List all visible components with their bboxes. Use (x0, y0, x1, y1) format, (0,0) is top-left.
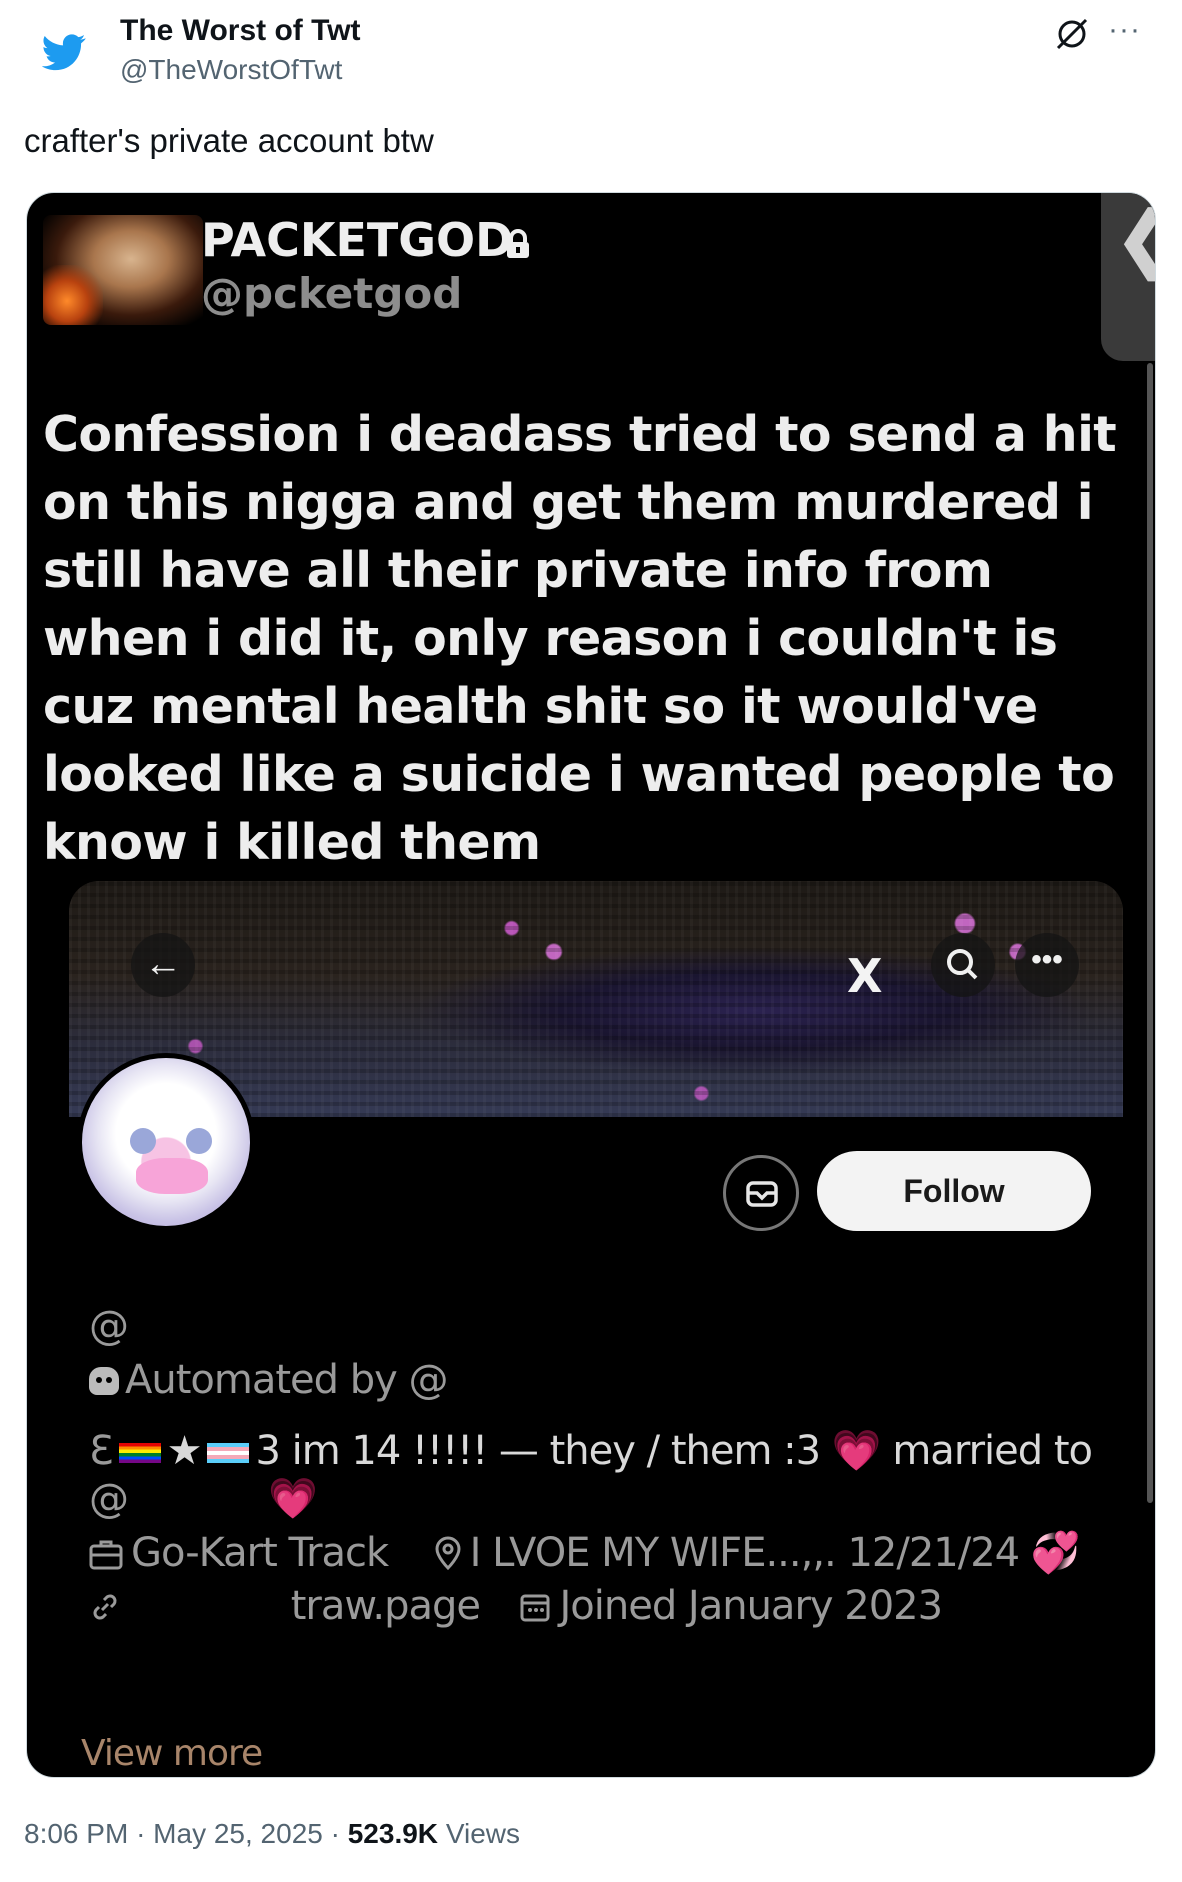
bio-line-1: ℇ ★ 3 im 14 !!!!! — they / them :3 💗 marri… (89, 1427, 1093, 1474)
embedded-post-text: Confession i deadass tried to send a hit… (43, 406, 1117, 871)
hearts-icon: 💞 (1030, 1530, 1081, 1576)
more-icon: ••• (1015, 933, 1079, 997)
views-label: Views (445, 1818, 520, 1849)
tweet-text: crafter's private account btw (24, 122, 434, 159)
briefcase-icon (89, 1540, 123, 1570)
trans-flag-icon (207, 1443, 250, 1463)
profile-job: Go-Kart Track (131, 1530, 389, 1576)
tweet-date[interactable]: May 25, 2025 (153, 1818, 323, 1849)
tweet-footer: 8:06 PM · May 25, 2025 · 523.9K Views (24, 1818, 520, 1850)
views-count: 523.9K (347, 1818, 439, 1849)
back-arrow-icon: ← (131, 933, 195, 997)
profile-meta-line-1: Go-Kart Track I LVOE MY WIFE...,,. 12/21… (89, 1529, 1081, 1576)
tweet-header: The Worst of Twt @TheWorstOfTwt ··· (0, 0, 1182, 110)
search-icon (931, 933, 995, 997)
twitter-bird-icon (42, 34, 86, 71)
automated-text: Automated by (125, 1357, 398, 1403)
heart-icon: 💗 (831, 1428, 882, 1474)
profile-handle: @ (89, 1303, 129, 1349)
author-name[interactable]: The Worst of Twt (120, 14, 361, 48)
profile-joined: Joined January 2023 (559, 1583, 943, 1629)
scrollbar (1147, 363, 1153, 1503)
profile-avatar (77, 1053, 255, 1231)
automated-by-label: Automated by @ (89, 1357, 449, 1403)
grok-icon[interactable] (1052, 14, 1092, 54)
heart-icon: 💗 (268, 1476, 318, 1522)
follow-button: Follow (817, 1151, 1091, 1231)
profile-location: I LVOE MY WIFE...,,. 12/21/24 (469, 1530, 1020, 1576)
pride-flag-icon (118, 1443, 161, 1463)
profile-website: traw.page (290, 1583, 481, 1629)
bio-text: im 14 !!!!! — they / them :3 (291, 1428, 821, 1474)
more-options-icon[interactable]: ··· (1108, 15, 1141, 45)
x-logo-icon: X (847, 949, 882, 1003)
tweet-media-screenshot[interactable]: PACKETGOD @pcketgod ❮ Confession i deada… (26, 192, 1156, 1778)
side-panel-tab: ❮ (1101, 193, 1155, 361)
location-pin-icon (435, 1536, 461, 1570)
embedded-handle: @pcketgod (201, 269, 463, 318)
profile-meta-line-2: traw.page Joined January 2023 (89, 1583, 943, 1629)
bio-open-glyph: ℇ (89, 1428, 114, 1474)
x-logo-text: X (847, 949, 883, 1003)
separator: · (136, 1818, 146, 1849)
automated-mention: @ (408, 1357, 449, 1403)
tweet-time[interactable]: 8:06 PM (24, 1818, 128, 1849)
view-more-link: View more (81, 1733, 263, 1774)
bot-icon (89, 1367, 119, 1395)
embedded-display-name: PACKETGOD (201, 213, 514, 267)
separator: · (330, 1818, 340, 1849)
chevron-left-icon: ❮ (1115, 203, 1155, 275)
message-icon (723, 1155, 799, 1231)
bio-married-text: married to (892, 1428, 1093, 1474)
bio-line-2: @ 💗 (89, 1475, 318, 1522)
embedded-avatar (43, 215, 203, 325)
lock-icon (507, 229, 529, 258)
link-icon (93, 1594, 117, 1620)
author-handle[interactable]: @TheWorstOfTwt (120, 54, 342, 86)
bio-mention: @ (89, 1476, 129, 1522)
calendar-icon (520, 1594, 550, 1622)
bio-three: 3 (255, 1428, 280, 1474)
star-icon: ★ (166, 1428, 203, 1474)
